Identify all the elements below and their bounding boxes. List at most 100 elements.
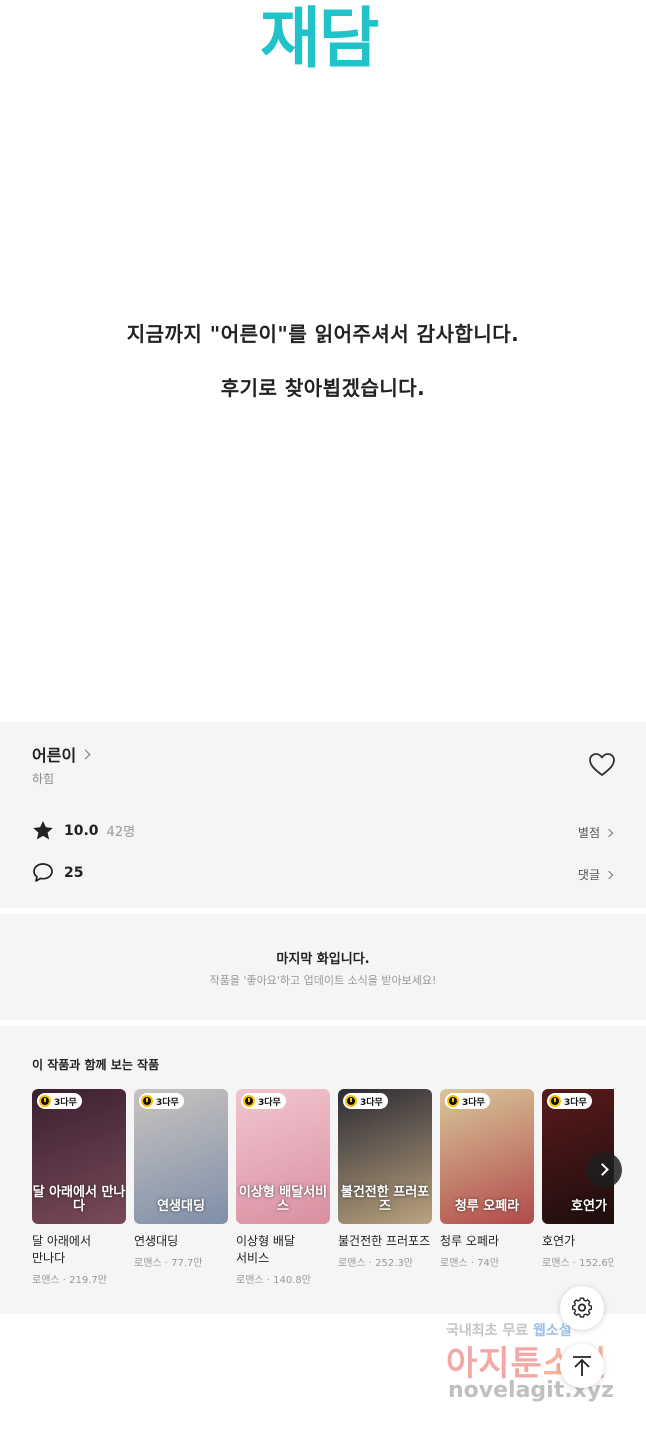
cover-title-art: 연생대딩: [157, 1199, 205, 1214]
wait-free-badge: 3다무: [139, 1093, 184, 1109]
recommendation-card[interactable]: 3다무 청루 오페라 청루 오페라 로맨스 · 74만: [440, 1089, 534, 1269]
meta-separator: ·: [365, 1258, 376, 1269]
chevron-right-icon: [80, 749, 91, 759]
recommendation-card[interactable]: 3다무 연생대딩 연생대딩 로맨스 · 77.7만: [134, 1089, 228, 1269]
badge-label: 3다무: [258, 1097, 281, 1108]
card-genre: 로맨스: [134, 1258, 162, 1269]
clock-icon: [39, 1095, 51, 1107]
card-meta: 로맨스 · 252.3만: [338, 1254, 432, 1269]
card-views: 77.7만: [171, 1258, 203, 1269]
wait-free-badge: 3다무: [343, 1093, 388, 1109]
carousel-next-button[interactable]: [586, 1152, 622, 1188]
series-author: 하힘: [32, 772, 55, 786]
cover-thumbnail[interactable]: 3다무불건전한 프러포즈: [338, 1089, 432, 1224]
series-title-link[interactable]: 어른이: [32, 742, 91, 766]
card-title: 이상형 배달 서비스: [236, 1234, 296, 1265]
wait-free-badge: 3다무: [445, 1093, 490, 1109]
badge-label: 3다무: [156, 1097, 179, 1108]
card-title: 달 아래에서 만나다: [32, 1234, 92, 1265]
card-title: 호연가: [542, 1234, 576, 1248]
meta-separator: ·: [161, 1258, 172, 1269]
cover-title-art: 청루 오페라: [454, 1199, 520, 1214]
gear-icon: [571, 1297, 593, 1318]
last-episode-title: 마지막 화입니다.: [276, 952, 370, 967]
recommendation-card[interactable]: 3다무이상형 배달서비스이상형 배달 서비스로맨스 · 140.8만: [236, 1089, 330, 1286]
card-genre: 로맨스: [32, 1275, 60, 1286]
clock-icon: [549, 1095, 561, 1107]
recommendations-section: 이 작품과 함께 보는 작품 3다무 달 아래에서 만나다 달 아래에서 만나다 로맨…: [0, 1026, 646, 1314]
badge-label: 3다무: [54, 1097, 77, 1108]
settings-button[interactable]: [560, 1286, 604, 1330]
comment-link[interactable]: 댓글: [577, 866, 614, 883]
recommendation-card[interactable]: 3다무 달 아래에서 만나다 달 아래에서 만나다 로맨스 · 219.7만: [32, 1089, 126, 1286]
card-views: 140.8만: [273, 1275, 311, 1286]
card-title: 연생대딩: [134, 1234, 179, 1248]
comment-link-label: 댓글: [577, 868, 600, 882]
card-genre: 로맨스: [236, 1275, 264, 1286]
card-meta: 로맨스 · 74만: [440, 1254, 534, 1269]
watermark-tagline-text: 국내최초 무료: [446, 1323, 529, 1339]
thanks-message: 지금까지 "어른이"를 읽어주셔서 감사합니다.: [126, 322, 520, 346]
card-genre: 로맨스: [542, 1258, 570, 1269]
watermark-brand-a: 아지툰: [446, 1344, 543, 1384]
meta-separator: ·: [569, 1258, 580, 1269]
chevron-right-icon: [604, 828, 614, 837]
comic-final-panel: 재담 지금까지 "어른이"를 읽어주셔서 감사합니다. 후기로 찾아뵙겠습니다.: [0, 0, 646, 722]
meta-separator: ·: [59, 1275, 70, 1286]
card-meta: 로맨스 · 77.7만: [134, 1254, 228, 1269]
meta-separator: ·: [467, 1258, 478, 1269]
wait-free-badge: 3다무: [241, 1093, 286, 1109]
chevron-right-icon: [604, 870, 614, 879]
badge-label: 3다무: [360, 1097, 383, 1108]
card-title: 청루 오페라: [440, 1234, 500, 1248]
rate-link-label: 별점: [577, 826, 600, 840]
meta-separator: ·: [263, 1275, 274, 1286]
cover-title-art: 이상형 배달서비스: [238, 1185, 328, 1214]
card-views: 74만: [477, 1258, 500, 1269]
rating-value: 10.0: [64, 822, 99, 839]
cover-title-art: 호연가: [571, 1199, 607, 1214]
star-icon: [33, 821, 53, 840]
series-title: 어른이: [32, 746, 77, 765]
recommendations-heading: 이 작품과 함께 보는 작품: [32, 1058, 160, 1072]
card-title: 불건전한 프러포즈: [338, 1234, 431, 1248]
cover-thumbnail[interactable]: 3다무청루 오페라: [440, 1089, 534, 1224]
card-views: 152.6만: [579, 1258, 614, 1269]
wait-free-badge: 3다무: [37, 1093, 82, 1109]
wait-free-badge: 3다무: [547, 1093, 592, 1109]
cover-thumbnail[interactable]: 3다무이상형 배달서비스: [236, 1089, 330, 1224]
card-meta: 로맨스 · 152.6만: [542, 1254, 614, 1269]
watermark-tagline: 국내최초 무료 웹소설: [446, 1320, 572, 1340]
clock-icon: [141, 1095, 153, 1107]
card-meta: 로맨스 · 219.7만: [32, 1271, 126, 1286]
comment-icon: [33, 863, 53, 882]
publisher-logo: 재담: [260, 0, 379, 77]
afterword-message: 후기로 찾아뵙겠습니다.: [220, 376, 426, 400]
viewer-page: 재담 지금까지 "어른이"를 읽어주셔서 감사합니다. 후기로 찾아뵙겠습니다.…: [0, 0, 646, 1430]
rating-count: 42명: [106, 825, 136, 840]
clock-icon: [447, 1095, 459, 1107]
cover-title-art: 달 아래에서 만나다: [32, 1185, 126, 1214]
cover-thumbnail[interactable]: 3다무연생대딩: [134, 1089, 228, 1224]
card-genre: 로맨스: [338, 1258, 366, 1269]
card-meta: 로맨스 · 140.8만: [236, 1271, 330, 1286]
heart-icon[interactable]: [588, 752, 616, 778]
last-episode-notice: 마지막 화입니다. 작품을 '좋아요'하고 업데이트 소식을 받아보세요!: [0, 914, 646, 1020]
recommendation-card[interactable]: 3다무 불건전한 프러포즈 불건전한 프러포즈 로맨스 · 252.3만: [338, 1089, 432, 1269]
comment-count: 25: [64, 864, 84, 881]
clock-icon: [243, 1095, 255, 1107]
badge-label: 3다무: [564, 1097, 587, 1108]
recommendations-carousel[interactable]: 3다무 달 아래에서 만나다 달 아래에서 만나다 로맨스 · 219.7만 3다무 연생…: [32, 1089, 614, 1309]
rate-link[interactable]: 별점: [577, 824, 614, 841]
clock-icon: [345, 1095, 357, 1107]
comment-summary: 25: [32, 862, 83, 883]
series-info-panel: 어른이 하힘 10.0 42명 별점 25 댓글: [0, 722, 646, 908]
cover-thumbnail[interactable]: 3다무달 아래에서 만나다: [32, 1089, 126, 1224]
card-views: 219.7만: [69, 1275, 107, 1286]
cover-title-art: 불건전한 프러포즈: [340, 1185, 430, 1214]
last-episode-subtitle: 작품을 '좋아요'하고 업데이트 소식을 받아보세요!: [209, 974, 437, 987]
rating-summary: 10.0 42명: [32, 820, 135, 841]
card-genre: 로맨스: [440, 1258, 468, 1269]
scroll-top-button[interactable]: [560, 1344, 604, 1388]
badge-label: 3다무: [462, 1097, 485, 1108]
